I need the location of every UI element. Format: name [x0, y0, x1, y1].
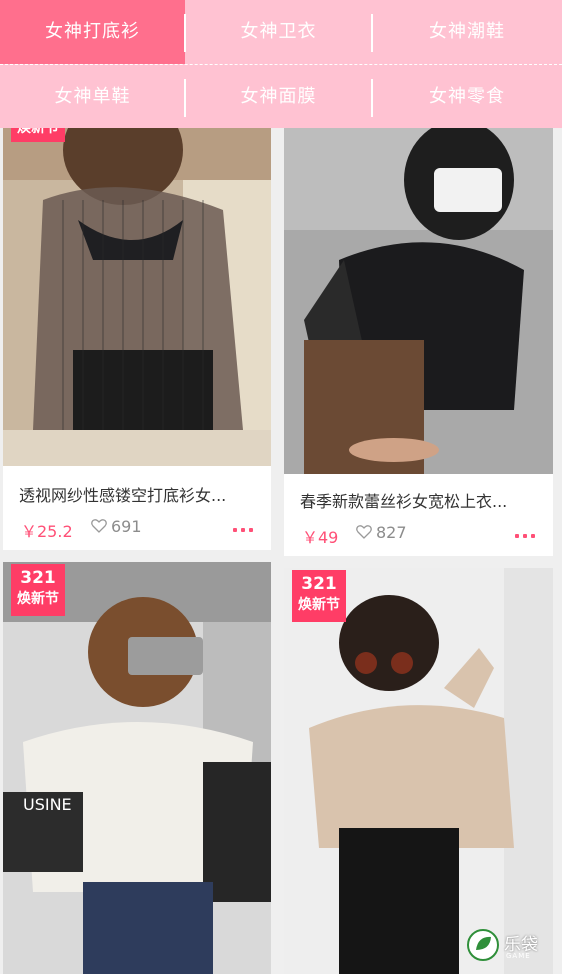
likes-count: 691	[111, 517, 142, 536]
product-card[interactable]: 焕新节 透视网纱性感镂空打底衫女... ￥25.2 691	[3, 110, 271, 550]
category-tab-flats[interactable]: 女神单鞋	[0, 65, 185, 129]
category-tab-hoodie[interactable]: 女神卫衣	[185, 0, 372, 64]
svg-text:USINE: USINE	[23, 795, 72, 814]
product-title[interactable]: 春季新款蕾丝衫女宽松上衣...	[300, 488, 536, 512]
product-card[interactable]: USINE 321 焕新节	[3, 562, 271, 974]
likes-count: 827	[376, 523, 407, 542]
product-price: ￥25.2	[21, 522, 73, 541]
product-image[interactable]	[3, 110, 271, 466]
product-title[interactable]: 透视网纱性感镂空打底衫女...	[19, 482, 255, 506]
promo-badge: 321 焕新节	[292, 570, 346, 622]
badge-text: 焕新节	[17, 591, 59, 607]
category-divider	[184, 79, 186, 117]
category-tab-sneakers[interactable]: 女神潮鞋	[372, 0, 562, 64]
product-info: 春季新款蕾丝衫女宽松上衣... ￥49 827	[284, 474, 553, 556]
promo-badge: 321 焕新节	[11, 564, 65, 616]
category-tab-bottoming-shirt[interactable]: 女神打底衫	[0, 0, 185, 64]
category-row-2: 女神单鞋 女神面膜 女神零食	[0, 64, 562, 129]
badge-number: 321	[20, 568, 56, 588]
category-row-1: 女神打底衫 女神卫衣 女神潮鞋	[0, 0, 562, 64]
category-tab-face-mask[interactable]: 女神面膜	[185, 65, 372, 129]
more-options-icon[interactable]	[515, 534, 535, 538]
watermark-logo: 乐袋 GAME	[466, 926, 556, 966]
heart-icon	[91, 519, 107, 533]
category-divider	[371, 14, 373, 52]
product-image[interactable]: USINE	[3, 562, 271, 974]
watermark-subtext: GAME	[506, 952, 531, 960]
product-likes[interactable]: 691	[91, 517, 142, 536]
product-info: 透视网纱性感镂空打底衫女... ￥25.2 691	[3, 466, 271, 550]
category-divider	[184, 14, 186, 52]
category-tab-snacks[interactable]: 女神零食	[372, 65, 562, 129]
leaf-logo-icon	[467, 929, 499, 961]
product-likes[interactable]: 827	[356, 523, 407, 542]
product-card[interactable]: 春季新款蕾丝衫女宽松上衣... ￥49 827	[284, 110, 553, 556]
category-nav: 女神打底衫 女神卫衣 女神潮鞋 女神单鞋 女神面膜 女神零食	[0, 0, 562, 128]
product-price: ￥49	[302, 528, 339, 547]
badge-number: 321	[301, 574, 337, 594]
product-card[interactable]: 321 焕新节	[284, 568, 553, 974]
more-options-icon[interactable]	[233, 528, 253, 532]
heart-icon	[356, 525, 372, 539]
category-divider	[371, 79, 373, 117]
product-image[interactable]	[284, 568, 553, 974]
badge-text: 焕新节	[298, 597, 340, 613]
product-image[interactable]	[284, 110, 553, 474]
